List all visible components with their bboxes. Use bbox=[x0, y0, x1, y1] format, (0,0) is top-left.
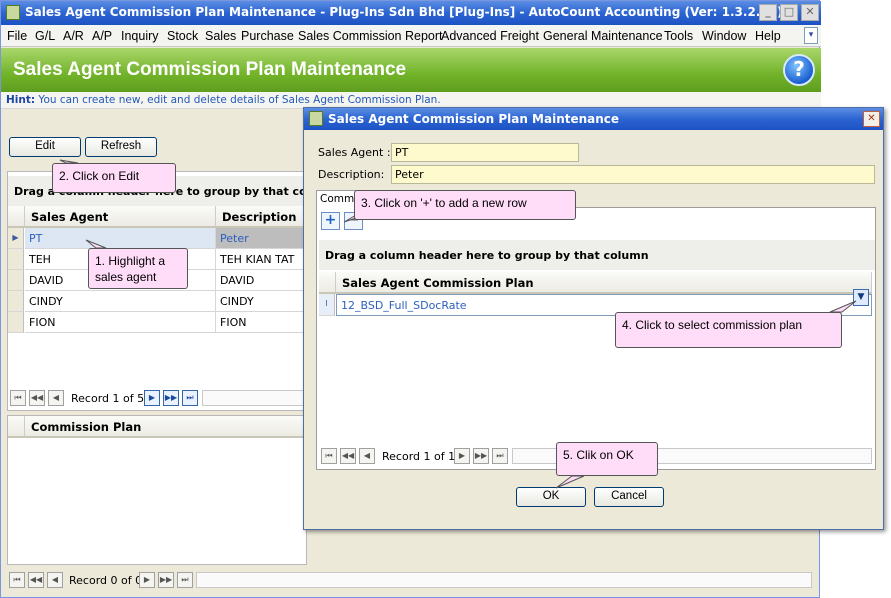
edit-row-indicator: I bbox=[319, 294, 335, 316]
menu-scroll-icon[interactable]: ▾ bbox=[804, 27, 818, 44]
last-record-icon[interactable]: ⏭ bbox=[492, 448, 508, 464]
record-counter: Record 1 of 1 bbox=[382, 450, 456, 463]
next-record-icon[interactable]: ▶ bbox=[144, 390, 160, 406]
window-title: Sales Agent Commission Plan Maintenance … bbox=[25, 5, 783, 19]
menu-file[interactable]: File bbox=[7, 29, 27, 43]
table-row-desc[interactable]: CINDY bbox=[216, 291, 308, 312]
plan-record-navigator: ⏮ ◀◀ ◀ Record 0 of 0 ▶ ▶▶ ⏭ bbox=[9, 572, 813, 590]
cancel-button[interactable]: Cancel bbox=[594, 487, 664, 507]
app-icon bbox=[6, 5, 20, 20]
horizontal-scrollbar[interactable] bbox=[202, 390, 306, 406]
prev-page-icon[interactable]: ◀◀ bbox=[29, 390, 45, 406]
dialog-close-button[interactable]: ✕ bbox=[863, 111, 880, 127]
first-record-icon[interactable]: ⏮ bbox=[9, 572, 25, 588]
callout-step-2: 2. Click on Edit bbox=[52, 163, 176, 193]
menu-ar[interactable]: A/R bbox=[63, 29, 84, 43]
record-navigator: ⏮ ◀◀ ◀ Record 1 of 5 ▶ ▶▶ ⏭ bbox=[10, 390, 306, 408]
prev-page-icon[interactable]: ◀◀ bbox=[340, 448, 356, 464]
combo-dropdown-icon[interactable]: ▼ bbox=[853, 289, 869, 306]
menu-sales[interactable]: Sales bbox=[205, 29, 236, 43]
table-row-agent[interactable]: PT bbox=[25, 228, 216, 249]
description-field[interactable]: Peter bbox=[391, 165, 875, 184]
dialog-group-by-panel[interactable]: Drag a column header here to group by th… bbox=[319, 240, 875, 270]
row-indicator bbox=[8, 249, 24, 270]
add-row-icon[interactable]: + bbox=[321, 212, 340, 230]
menu-purchase[interactable]: Purchase bbox=[241, 29, 294, 43]
record-counter: Record 1 of 5 bbox=[71, 392, 145, 405]
column-header-sales-agent-commission-plan[interactable]: Sales Agent Commission Plan bbox=[336, 272, 872, 294]
prev-record-icon[interactable]: ◀ bbox=[48, 390, 64, 406]
next-record-icon[interactable]: ▶ bbox=[454, 448, 470, 464]
callout-step-5: 5. Clik on OK bbox=[556, 442, 658, 476]
refresh-button[interactable]: Refresh bbox=[85, 137, 157, 157]
table-row-desc[interactable]: TEH KIAN TAT bbox=[216, 249, 308, 270]
page-title: Sales Agent Commission Plan Maintenance bbox=[13, 59, 407, 80]
menu-advanced-freight[interactable]: Advanced Freight bbox=[441, 29, 539, 43]
row-indicator-header bbox=[8, 416, 25, 438]
callout-step-1: 1. Highlight a sales agent bbox=[88, 248, 188, 289]
hint-label: Hint: bbox=[6, 94, 36, 106]
page-banner: Sales Agent Commission Plan Maintenance … bbox=[1, 48, 821, 92]
current-row-icon: ▶ bbox=[8, 228, 24, 249]
column-header-description[interactable]: Description bbox=[216, 206, 308, 228]
menu-sales-commission-report[interactable]: Sales Commission Report bbox=[298, 29, 443, 43]
next-page-icon[interactable]: ▶▶ bbox=[473, 448, 489, 464]
first-record-icon[interactable]: ⏮ bbox=[321, 448, 337, 464]
minimize-button[interactable]: _ bbox=[759, 4, 777, 21]
column-header-commission-plan[interactable]: Commission Plan bbox=[25, 416, 308, 438]
table-row-desc[interactable]: DAVID bbox=[216, 270, 308, 291]
prev-record-icon[interactable]: ◀ bbox=[47, 572, 63, 588]
maximize-button[interactable]: □ bbox=[780, 4, 798, 21]
hint-text: You can create new, edit and delete deta… bbox=[35, 94, 441, 106]
next-page-icon[interactable]: ▶▶ bbox=[158, 572, 174, 588]
column-header-sales-agent[interactable]: Sales Agent bbox=[25, 206, 216, 228]
row-indicator bbox=[8, 270, 24, 291]
title-bar: Sales Agent Commission Plan Maintenance … bbox=[1, 1, 821, 25]
dialog-title: Sales Agent Commission Plan Maintenance bbox=[328, 112, 620, 126]
first-record-icon[interactable]: ⏮ bbox=[10, 390, 26, 406]
dialog-title-bar: Sales Agent Commission Plan Maintenance … bbox=[304, 108, 883, 130]
sales-agent-field[interactable]: PT bbox=[391, 143, 579, 162]
callout-step-3: 3. Click on '+' to add a new row bbox=[354, 190, 576, 220]
table-row-desc[interactable]: FION bbox=[216, 312, 308, 333]
dialog-row-indicator-header bbox=[319, 272, 336, 294]
help-icon[interactable]: ? bbox=[783, 54, 815, 86]
row-indicator bbox=[8, 312, 24, 333]
last-record-icon[interactable]: ⏭ bbox=[177, 572, 193, 588]
sales-agent-grid: Drag a column header here to group by th… bbox=[7, 171, 308, 411]
menu-stock[interactable]: Stock bbox=[167, 29, 198, 43]
menu-ap[interactable]: A/P bbox=[92, 29, 112, 43]
menu-help[interactable]: Help bbox=[755, 29, 781, 43]
table-row-agent[interactable]: FION bbox=[25, 312, 216, 333]
next-record-icon[interactable]: ▶ bbox=[139, 572, 155, 588]
sales-agent-label: Sales Agent : bbox=[318, 146, 391, 159]
callout-step-4: 4. Click to select commission plan bbox=[615, 312, 842, 348]
next-page-icon[interactable]: ▶▶ bbox=[163, 390, 179, 406]
prev-page-icon[interactable]: ◀◀ bbox=[28, 572, 44, 588]
menu-tools[interactable]: Tools bbox=[664, 29, 693, 43]
ok-button[interactable]: OK bbox=[516, 487, 586, 507]
edit-button[interactable]: Edit bbox=[9, 137, 81, 157]
description-label: Description: bbox=[318, 168, 385, 181]
menu-general-maintenance[interactable]: General Maintenance bbox=[543, 29, 663, 43]
commission-plan-grid: Commission Plan bbox=[7, 415, 308, 565]
menu-inquiry[interactable]: Inquiry bbox=[121, 29, 159, 43]
dialog-app-icon bbox=[309, 111, 323, 126]
close-button[interactable]: ✕ bbox=[801, 4, 819, 21]
prev-record-icon[interactable]: ◀ bbox=[359, 448, 375, 464]
last-record-icon[interactable]: ⏭ bbox=[182, 390, 198, 406]
horizontal-scrollbar[interactable] bbox=[196, 572, 812, 588]
table-row-agent[interactable]: CINDY bbox=[25, 291, 216, 312]
menu-gl[interactable]: G/L bbox=[35, 29, 55, 43]
row-indicator-header bbox=[8, 206, 25, 228]
record-counter: Record 0 of 0 bbox=[69, 574, 143, 587]
menu-bar: File G/L A/R A/P Inquiry Stock Sales Pur… bbox=[1, 25, 821, 47]
menu-window[interactable]: Window bbox=[702, 29, 746, 43]
row-indicator bbox=[8, 291, 24, 312]
table-row-desc[interactable]: Peter bbox=[216, 228, 308, 249]
